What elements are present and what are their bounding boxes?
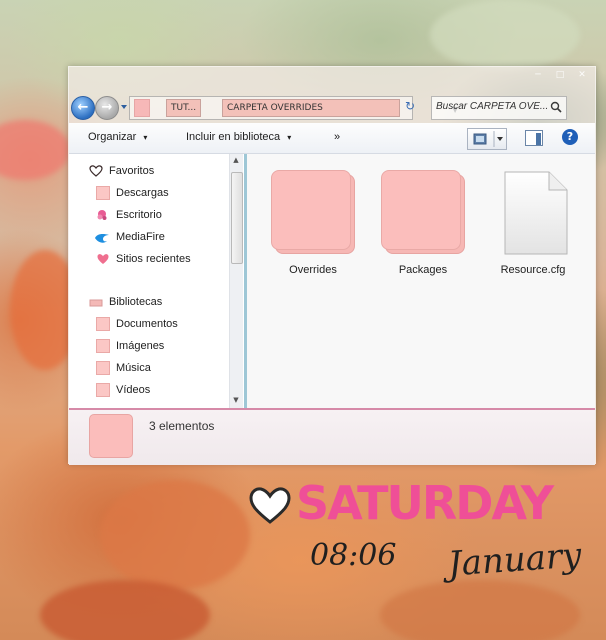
pink-creature-icon: [97, 210, 107, 220]
breadcrumb-current[interactable]: CARPETA OVERRIDES: [222, 99, 400, 117]
organize-label: Organizar: [88, 131, 137, 143]
explorer-window[interactable]: ─ □ ✕ ← → TUT... CARPETA OVERRIDES ▼ ↻ B…: [68, 66, 596, 465]
scroll-down-icon[interactable]: ▼: [232, 396, 240, 404]
view-icon: [473, 131, 503, 147]
folder-item-overrides[interactable]: Overrides: [253, 168, 355, 278]
heart-icon: [249, 487, 291, 524]
navigation-bar: ← → TUT... CARPETA OVERRIDES ▼ ↻ Buscar …: [69, 93, 595, 123]
preview-pane-icon: [536, 133, 541, 145]
sidebar-item-label: Escritorio: [116, 209, 162, 221]
clock-time: 08:06: [310, 538, 397, 573]
heart-icon: [97, 254, 109, 264]
pink-folder-icon: [96, 361, 110, 375]
address-bar[interactable]: TUT... CARPETA OVERRIDES ▼: [129, 96, 458, 120]
navigation-pane: Favoritos Descargas Escritorio MediaFire…: [69, 154, 244, 408]
change-view-button[interactable]: [467, 128, 507, 150]
details-pane: 3 elementos: [69, 408, 595, 465]
more-commands-button[interactable]: »: [334, 131, 340, 143]
sidebar-item-label: Música: [116, 362, 151, 374]
breadcrumb-item[interactable]: TUT...: [166, 99, 202, 117]
scroll-thumb[interactable]: [231, 172, 243, 264]
mediafire-icon: [95, 234, 109, 243]
sidebar-item-label: Sitios recientes: [116, 253, 191, 265]
wallpaper-flower: [0, 120, 70, 180]
sidebar-item-label: Imágenes: [116, 340, 165, 352]
nav-pane-scrollbar[interactable]: ▲ ▼: [229, 154, 243, 408]
help-button[interactable]: ?: [562, 129, 578, 145]
chevron-down-icon: ▾: [143, 133, 148, 142]
sidebar-item-label: Vídeos: [116, 384, 151, 396]
close-icon[interactable]: ✕: [573, 70, 591, 80]
refresh-icon[interactable]: ↻: [405, 99, 415, 113]
library-icon: [89, 299, 103, 307]
file-list: Overrides Packages Resource.cfg: [247, 154, 595, 408]
item-label: Resource.cfg: [500, 264, 566, 276]
pink-folder-icon: [89, 414, 133, 458]
folder-item-packages[interactable]: Packages: [363, 168, 465, 278]
forward-button[interactable]: →: [95, 96, 119, 120]
sidebar-item-label: MediaFire: [116, 231, 165, 243]
wallpaper-flower: [380, 580, 580, 640]
pink-folder-icon: [381, 170, 465, 254]
back-button[interactable]: ←: [71, 96, 95, 120]
day-label: SATURDAY: [296, 476, 554, 530]
include-library-button[interactable]: Incluir en biblioteca ▾: [186, 131, 291, 143]
back-arrow-icon: ←: [77, 100, 89, 115]
scroll-up-icon[interactable]: ▲: [232, 156, 240, 164]
search-icon[interactable]: [550, 101, 562, 113]
search-box[interactable]: Buscar CARPETA OVE...: [431, 96, 567, 120]
item-label: Packages: [398, 264, 448, 276]
maximize-icon[interactable]: □: [551, 70, 569, 80]
organize-button[interactable]: Organizar ▾: [88, 131, 147, 143]
libraries-label: Bibliotecas: [109, 296, 163, 308]
item-label: Overrides: [289, 264, 337, 276]
file-item-resource-cfg[interactable]: Resource.cfg: [473, 168, 573, 278]
pink-folder-icon: [271, 170, 355, 254]
wallpaper-leaf: [430, 0, 580, 70]
wallpaper-flower: [100, 480, 250, 590]
heart-outline-icon: [89, 165, 103, 177]
favorites-label: Favoritos: [109, 165, 155, 177]
include-library-label: Incluir en biblioteca: [186, 131, 281, 143]
preview-pane-button[interactable]: [525, 130, 543, 146]
sidebar-item-label: Documentos: [116, 318, 178, 330]
pink-folder-icon: [96, 339, 110, 353]
pink-folder-icon: [96, 186, 110, 200]
item-count: 3 elementos: [149, 419, 215, 433]
pink-folder-icon: [96, 383, 110, 397]
document-icon: [504, 171, 568, 255]
forward-arrow-icon: →: [101, 100, 113, 115]
chevron-down-icon[interactable]: [120, 103, 128, 111]
pink-folder-icon: [134, 99, 150, 117]
search-placeholder[interactable]: Buscar CARPETA OVE...: [436, 101, 548, 112]
pink-folder-icon: [96, 317, 110, 331]
sidebar-item-label: Descargas: [116, 187, 169, 199]
minimize-icon[interactable]: ─: [529, 70, 547, 80]
chevron-down-icon: ▾: [287, 133, 292, 142]
command-bar: Organizar ▾ Incluir en biblioteca ▾ » ?: [69, 123, 595, 154]
